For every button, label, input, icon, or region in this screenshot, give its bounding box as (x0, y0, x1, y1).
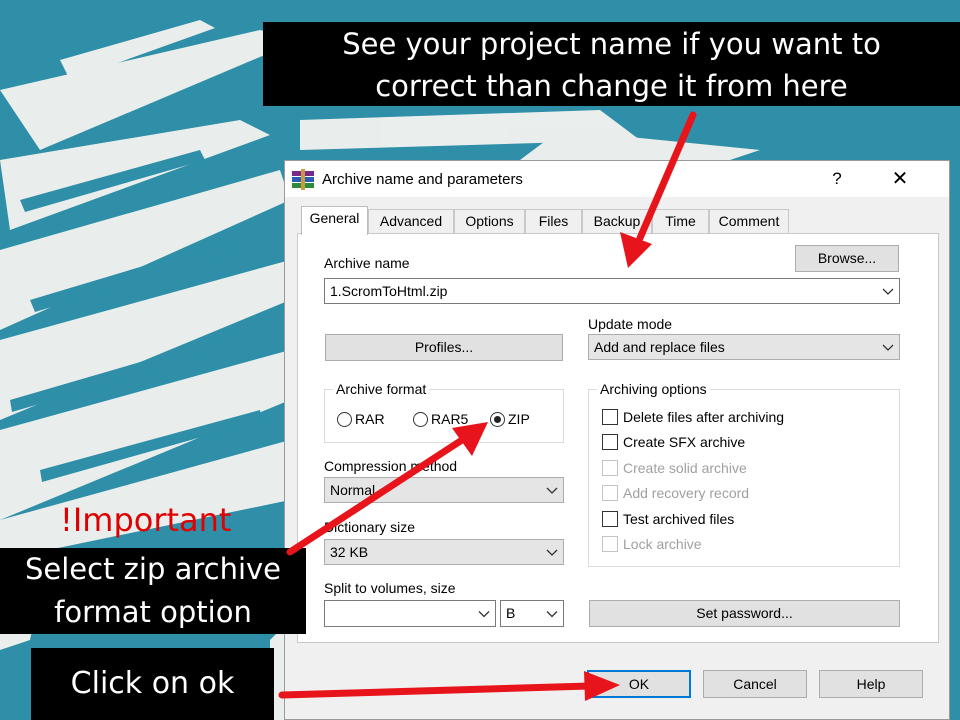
archiving-options-group: Archiving options Delete files after arc… (588, 381, 900, 567)
archive-format-label: Archive format (333, 381, 430, 397)
checkbox-delete-files-label: Delete files after archiving (623, 409, 785, 425)
checkbox-icon (602, 460, 618, 476)
callout-zip-line2: format option (54, 595, 252, 629)
help-button[interactable]: Help (819, 670, 923, 698)
radio-rar5-label: RAR5 (431, 411, 469, 427)
general-tab-panel: Browse... Archive name 1.ScromToHtml.zip… (297, 233, 939, 643)
profiles-button[interactable]: Profiles... (325, 334, 563, 361)
winrar-books-icon (292, 169, 314, 190)
tab-options[interactable]: Options (454, 209, 525, 233)
checkbox-icon (602, 485, 618, 501)
checkbox-create-solid: Create solid archive (602, 460, 747, 476)
archive-format-group: Archive format RAR RAR5 ZIP (324, 381, 564, 443)
dictionary-size-value: 32 KB (330, 544, 369, 560)
help-icon[interactable]: ? (827, 169, 847, 189)
radio-zip[interactable]: ZIP (490, 411, 530, 427)
checkbox-icon (602, 409, 618, 425)
set-password-button[interactable]: Set password... (589, 600, 900, 627)
checkbox-recovery-record-label: Add recovery record (623, 485, 750, 501)
update-mode-value: Add and replace files (594, 339, 725, 355)
split-volumes-label: Split to volumes, size (324, 580, 456, 596)
checkbox-test-files-label: Test archived files (623, 511, 735, 527)
callout-top-line2: correct than change it from here (375, 69, 848, 103)
update-mode-select[interactable]: Add and replace files (588, 334, 900, 360)
tab-files[interactable]: Files (525, 209, 582, 233)
archive-name-label: Archive name (324, 255, 410, 271)
title-bar[interactable]: Archive name and parameters ? ✕ (285, 161, 949, 197)
tab-general[interactable]: General (301, 206, 368, 235)
checkbox-create-sfx[interactable]: Create SFX archive (602, 434, 745, 450)
split-volumes-input[interactable] (324, 600, 496, 627)
archive-name-value: 1.ScromToHtml.zip (330, 283, 448, 299)
checkbox-recovery-record: Add recovery record (602, 485, 749, 501)
checkbox-create-sfx-label: Create SFX archive (623, 434, 746, 450)
radio-circle-icon (413, 411, 428, 427)
compression-method-value: Normal (330, 482, 376, 498)
checkbox-create-solid-label: Create solid archive (623, 460, 747, 476)
checkbox-icon (602, 511, 618, 527)
callout-click-ok: Click on ok (31, 648, 274, 720)
radio-rar-label: RAR (355, 411, 385, 427)
radio-circle-icon (337, 411, 352, 427)
split-unit-select[interactable]: B (500, 600, 564, 627)
archiving-options-label: Archiving options (597, 381, 710, 397)
chevron-down-icon[interactable] (545, 601, 559, 626)
chevron-down-icon[interactable] (477, 601, 491, 626)
tab-comment[interactable]: Comment (709, 209, 789, 233)
chevron-down-icon[interactable] (881, 335, 895, 359)
callout-project-name: See your project name if you want to cor… (263, 22, 960, 106)
tab-advanced[interactable]: Advanced (368, 209, 454, 233)
compression-method-select[interactable]: Normal (324, 477, 564, 503)
checkbox-lock-archive: Lock archive (602, 536, 702, 552)
tab-backup[interactable]: Backup (582, 209, 652, 233)
checkbox-icon (602, 434, 618, 450)
update-mode-label: Update mode (588, 316, 673, 332)
compression-method-label: Compression method (324, 458, 458, 474)
important-label: !Important (60, 501, 232, 539)
chevron-down-icon[interactable] (545, 540, 559, 564)
dialog-title: Archive name and parameters (322, 171, 523, 188)
dictionary-size-label: Dictionary size (324, 519, 416, 535)
callout-zip-line1: Select zip archive (24, 552, 282, 586)
cancel-button[interactable]: Cancel (703, 670, 807, 698)
chevron-down-icon[interactable] (545, 478, 559, 502)
callout-top-line1: See your project name if you want to (342, 27, 881, 61)
radio-rar5[interactable]: RAR5 (413, 411, 468, 427)
radio-selected-icon (490, 411, 505, 427)
checkbox-lock-archive-label: Lock archive (623, 536, 702, 552)
split-unit-value: B (506, 605, 516, 621)
dictionary-size-select[interactable]: 32 KB (324, 539, 564, 565)
radio-rar[interactable]: RAR (337, 411, 385, 427)
close-icon[interactable]: ✕ (885, 166, 915, 192)
archive-dialog: Archive name and parameters ? ✕ General … (284, 160, 950, 720)
checkbox-delete-files[interactable]: Delete files after archiving (602, 409, 784, 425)
tab-time[interactable]: Time (652, 209, 709, 233)
callout-select-zip: Select zip archive format option (0, 548, 306, 634)
browse-button[interactable]: Browse... (795, 245, 899, 272)
ok-button[interactable]: OK (587, 670, 691, 698)
chevron-down-icon[interactable] (881, 279, 895, 303)
radio-zip-label: ZIP (508, 411, 530, 427)
archive-name-input[interactable]: 1.ScromToHtml.zip (324, 278, 900, 304)
checkbox-test-files[interactable]: Test archived files (602, 511, 734, 527)
checkbox-icon (602, 536, 618, 552)
